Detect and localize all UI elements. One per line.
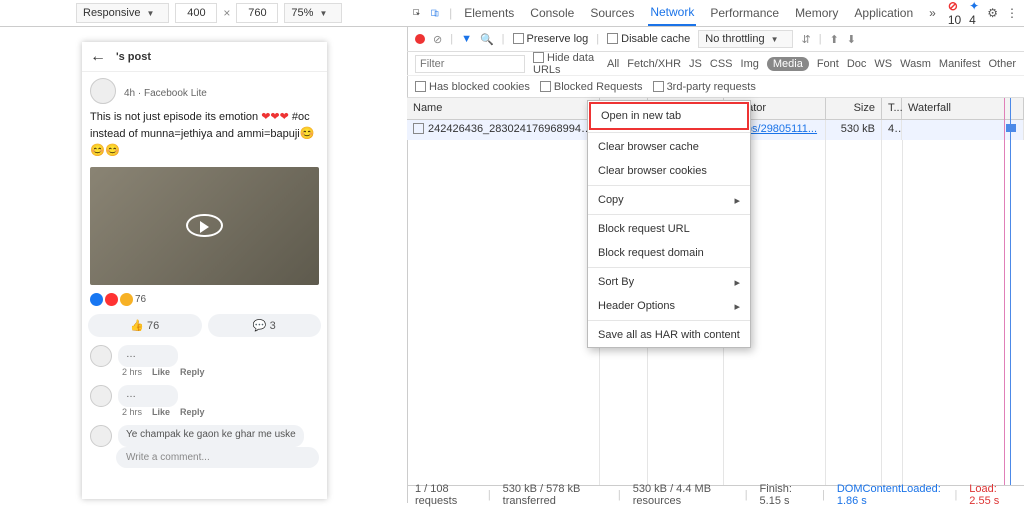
like-icon xyxy=(90,293,103,306)
ctx-header-options[interactable]: Header Options xyxy=(588,294,750,318)
love-icon xyxy=(105,293,118,306)
ctx-clear-cache[interactable]: Clear browser cache xyxy=(588,135,750,159)
filter-ws[interactable]: WS xyxy=(874,58,892,70)
wifi-icon[interactable]: ⇵ xyxy=(801,33,810,46)
video-thumbnail[interactable] xyxy=(90,167,319,285)
preserve-log[interactable]: Preserve log xyxy=(513,33,589,45)
ctx-block-domain[interactable]: Block request domain xyxy=(588,241,750,265)
avatar[interactable] xyxy=(90,425,112,447)
waterfall-bar xyxy=(1006,124,1016,132)
tab-sources[interactable]: Sources xyxy=(588,1,636,25)
error-count[interactable]: ⊘ 10 xyxy=(948,0,961,27)
hide-data-urls[interactable]: Hide data URLs xyxy=(533,52,599,76)
col-size[interactable]: Size xyxy=(826,98,882,119)
search-icon[interactable]: 🔍 xyxy=(480,33,494,46)
zoom-select[interactable]: 75% xyxy=(284,3,342,23)
like-button[interactable]: 👍 76 xyxy=(88,314,202,337)
post-body: This is not just episode its emotion ❤❤❤… xyxy=(82,106,327,163)
waterfall-load-line xyxy=(1010,98,1011,485)
record-icon[interactable] xyxy=(415,34,425,44)
tab-more[interactable]: » xyxy=(927,1,938,25)
filter-wasm[interactable]: Wasm xyxy=(900,58,931,70)
comment-item: Ye champak ke gaon ke ghar me uske xyxy=(82,421,327,447)
wow-icon xyxy=(120,293,133,306)
filter-all[interactable]: All xyxy=(607,58,619,70)
like-link[interactable]: Like xyxy=(152,407,170,417)
filter-other[interactable]: Other xyxy=(988,58,1016,70)
play-icon xyxy=(200,221,209,233)
comment-button[interactable]: 💬 3 xyxy=(208,314,322,337)
post-title: 's post xyxy=(116,51,151,63)
tab-memory[interactable]: Memory xyxy=(793,1,840,25)
filter-js[interactable]: JS xyxy=(689,58,702,70)
reply-link[interactable]: Reply xyxy=(180,407,205,417)
filter-img[interactable]: Img xyxy=(741,58,759,70)
disable-cache[interactable]: Disable cache xyxy=(607,33,690,45)
device-select[interactable]: Responsive xyxy=(76,3,169,23)
col-name[interactable]: Name xyxy=(407,98,600,119)
comment-item: … xyxy=(82,381,327,407)
ctx-clear-cookies[interactable]: Clear browser cookies xyxy=(588,159,750,183)
reply-link[interactable]: Reply xyxy=(180,367,205,377)
comment-item: … xyxy=(82,341,327,367)
filter-font[interactable]: Font xyxy=(817,58,839,70)
inspect-icon[interactable] xyxy=(413,6,421,20)
tab-elements[interactable]: Elements xyxy=(462,1,516,25)
height-input[interactable]: 760 xyxy=(236,3,278,23)
gear-icon[interactable]: ⚙ xyxy=(987,6,998,20)
mobile-preview: ← 's post 4h · Facebook Lite This is not… xyxy=(82,42,327,499)
write-comment[interactable]: Write a comment... xyxy=(116,447,319,468)
width-input[interactable]: 400 xyxy=(175,3,217,23)
filter-manifest[interactable]: Manifest xyxy=(939,58,981,70)
has-blocked-cookies[interactable]: Has blocked cookies xyxy=(415,81,530,93)
download-icon[interactable]: ⬇ xyxy=(847,33,856,46)
context-menu: Open in new tab Clear browser cache Clea… xyxy=(587,100,751,348)
third-party[interactable]: 3rd-party requests xyxy=(653,81,756,93)
device-toggle-icon[interactable] xyxy=(431,6,439,20)
throttling-select[interactable]: No throttling xyxy=(698,30,793,48)
upload-icon[interactable]: ⬆ xyxy=(830,33,839,46)
ctx-copy[interactable]: Copy xyxy=(588,188,750,212)
filter-input[interactable] xyxy=(415,55,525,73)
avatar[interactable] xyxy=(90,345,112,367)
status-bar: 1 / 108 requests| 530 kB / 578 kB transf… xyxy=(407,485,1024,503)
dim-sep: × xyxy=(223,6,230,20)
back-icon[interactable]: ← xyxy=(90,48,106,66)
kebab-icon[interactable]: ⋮ xyxy=(1006,6,1018,20)
avatar[interactable] xyxy=(90,78,116,104)
ctx-save-har[interactable]: Save all as HAR with content xyxy=(588,323,750,347)
waterfall-dcl-line xyxy=(1004,98,1005,485)
clear-icon[interactable]: ⊘ xyxy=(433,33,442,46)
filter-media[interactable]: Media xyxy=(767,57,809,71)
filter-fetchxhr[interactable]: Fetch/XHR xyxy=(627,58,681,70)
col-time[interactable]: T... xyxy=(882,98,902,119)
tab-performance[interactable]: Performance xyxy=(708,1,781,25)
reactions-bar[interactable]: 76 xyxy=(82,289,327,310)
col-waterfall[interactable]: Waterfall xyxy=(902,98,1024,119)
ctx-block-url[interactable]: Block request URL xyxy=(588,217,750,241)
filter-icon[interactable]: ▼ xyxy=(461,33,472,45)
tab-application[interactable]: Application xyxy=(852,1,915,25)
avatar[interactable] xyxy=(90,385,112,407)
post-meta: 4h · Facebook Lite xyxy=(124,88,207,99)
ctx-sort-by[interactable]: Sort By xyxy=(588,270,750,294)
blocked-requests[interactable]: Blocked Requests xyxy=(540,81,643,93)
filter-doc[interactable]: Doc xyxy=(847,58,867,70)
tab-network[interactable]: Network xyxy=(648,0,696,26)
message-count[interactable]: ✦ 4 xyxy=(969,0,979,27)
filter-css[interactable]: CSS xyxy=(710,58,733,70)
tab-console[interactable]: Console xyxy=(528,1,576,25)
like-link[interactable]: Like xyxy=(152,367,170,377)
ctx-open-new-tab[interactable]: Open in new tab xyxy=(591,104,747,128)
